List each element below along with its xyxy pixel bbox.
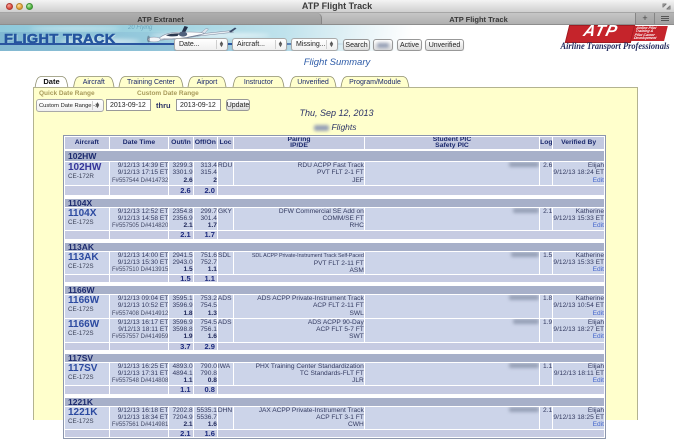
svg-text:Program/Module: Program/Module xyxy=(349,79,401,86)
svg-text:Airport: Airport xyxy=(197,79,218,86)
svg-text:Instructor: Instructor xyxy=(244,79,274,86)
svg-text:Aircraft: Aircraft xyxy=(83,79,105,86)
svg-text:Date: Date xyxy=(43,77,59,86)
svg-text:Unverified: Unverified xyxy=(297,79,329,86)
svg-text:Training Center: Training Center xyxy=(127,79,176,86)
